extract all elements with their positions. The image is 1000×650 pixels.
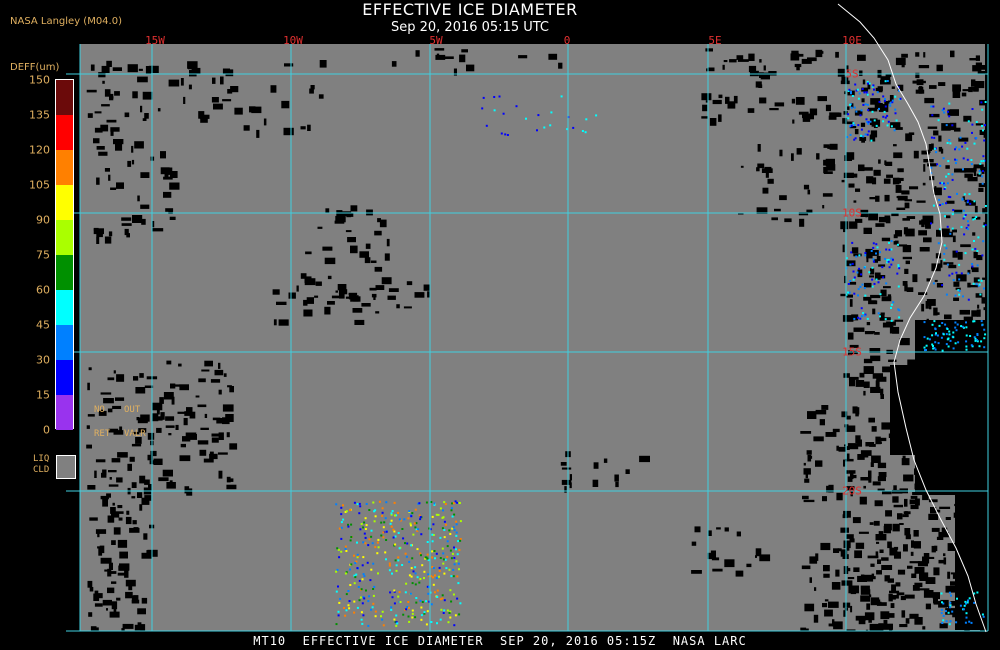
no-ret-label-1: NO (94, 405, 105, 415)
lat-label-15s: 15S (842, 345, 862, 359)
colorbar (55, 79, 74, 430)
satellite-map-image: NASA Langley (M04.0) EFFECTIVE ICE DIAME… (0, 0, 1000, 650)
legend-unit-label: DEFF(um) (10, 62, 60, 73)
liq-cld-label-1: LIQ (33, 454, 50, 464)
map-canvas (0, 3, 995, 638)
lon-label-5w: 5W (429, 34, 443, 47)
legend-tick-135: 135 (29, 108, 50, 122)
lon-label-10w: 10W (283, 34, 303, 47)
footer-caption: MT10 EFFECTIVE ICE DIAMETER SEP 20, 2016… (253, 634, 747, 648)
colorbar-segment-0 (56, 80, 73, 115)
out-valr-label-1: OUT (124, 405, 141, 415)
colorbar-segment-5 (56, 255, 73, 290)
map-timestamp: Sep 20, 2016 05:15 UTC (390, 20, 550, 35)
legend-tick-105: 105 (29, 178, 50, 192)
colorbar-segment-7 (56, 325, 73, 360)
colorbar-segment-3 (56, 185, 73, 220)
lat-label-20s: 20S (842, 484, 862, 498)
no-ret-label-2: RET (94, 429, 111, 439)
colorbar-segment-8 (56, 360, 73, 395)
colorbar-segment-9 (56, 395, 73, 430)
lon-label-15w: 15W (145, 34, 165, 47)
colorbar-segment-1 (56, 115, 73, 150)
legend-tick-60: 60 (36, 283, 50, 297)
map-title: EFFECTIVE ICE DIAMETER (362, 0, 578, 19)
lat-label-10s: 10S (842, 206, 862, 220)
legend-tick-0: 0 (43, 423, 50, 437)
liquid-cloud-swatch (56, 455, 76, 479)
liq-cld-label-2: CLD (33, 465, 50, 475)
lon-label-10e: 10E (842, 34, 862, 47)
lon-label-5e: 5E (708, 34, 722, 47)
colorbar-segment-6 (56, 290, 73, 325)
legend-tick-75: 75 (36, 248, 50, 262)
legend-tick-150: 150 (29, 73, 50, 87)
out-valr-label-2: VALR (124, 429, 146, 439)
lat-label-5s: 5S (845, 67, 859, 81)
colorbar-segment-4 (56, 220, 73, 255)
legend-tick-90: 90 (36, 213, 50, 227)
colorbar-segment-2 (56, 150, 73, 185)
legend-tick-15: 15 (36, 388, 50, 402)
legend-tick-45: 45 (36, 318, 50, 332)
lon-label-0: 0 (563, 34, 571, 47)
legend-tick-120: 120 (29, 143, 50, 157)
legend-tick-30: 30 (36, 353, 50, 367)
